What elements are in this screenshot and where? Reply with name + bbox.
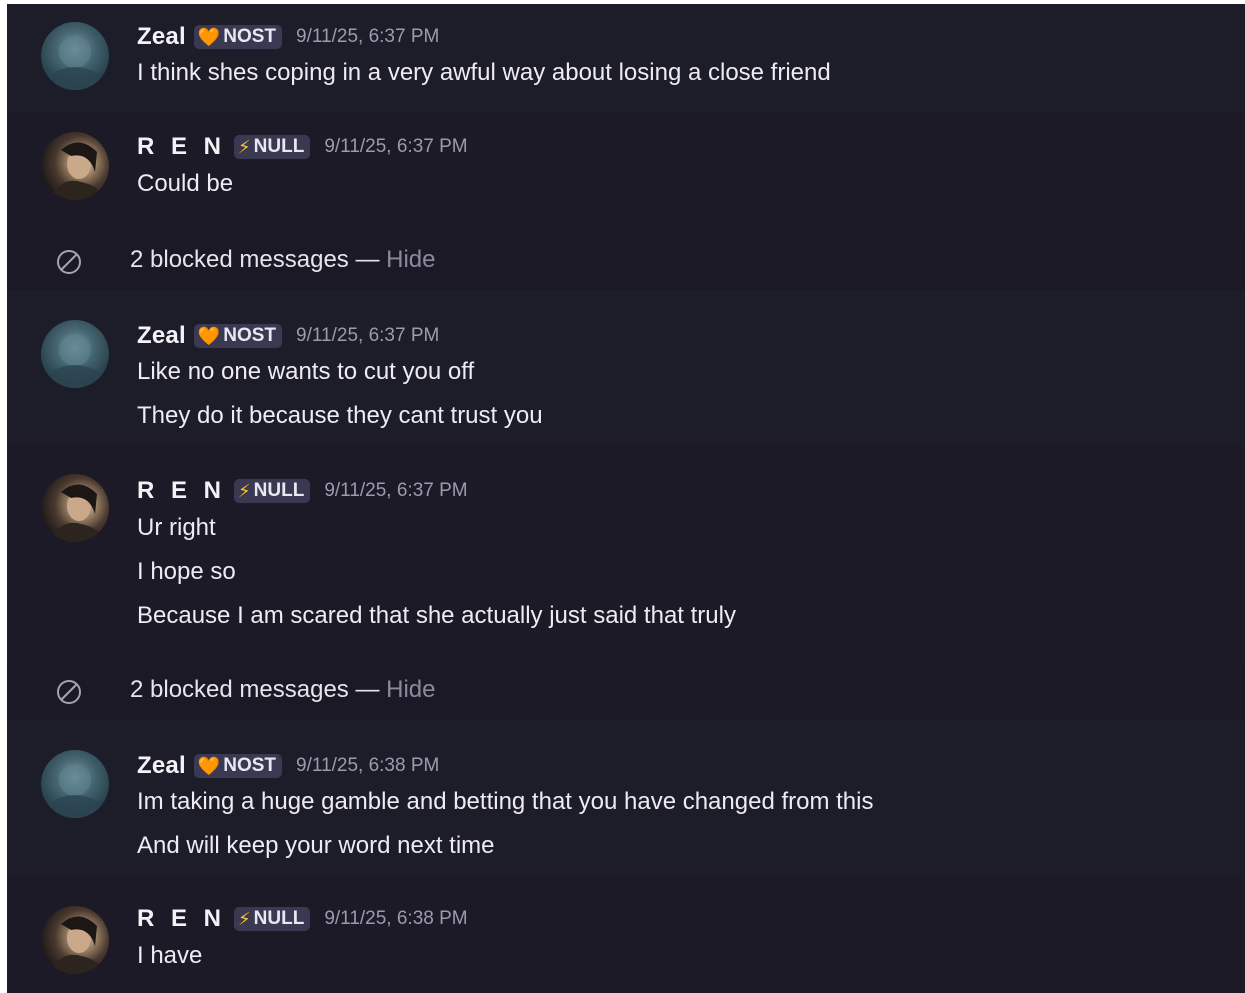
blocked-count-text: 2 blocked messages	[130, 676, 349, 703]
rose-icon: 🧡	[197, 326, 221, 346]
tag-label: NULL	[253, 908, 305, 929]
avatar[interactable]	[41, 750, 109, 818]
lightning-icon: ⚡	[238, 909, 251, 929]
tag-label: NOST	[223, 755, 277, 776]
username[interactable]: R E N	[137, 477, 226, 505]
message-text: I think shes coping in a very awful way …	[137, 59, 831, 86]
message-header: Zeal 🧡 NOST 9/11/25, 6:38 PM	[137, 751, 439, 781]
hide-link[interactable]: Hide	[386, 676, 435, 703]
message-text: I have	[137, 942, 203, 969]
user-tag[interactable]: 🧡 NOST	[193, 324, 283, 348]
message-header: Zeal 🧡 NOST 9/11/25, 6:37 PM	[137, 22, 439, 52]
avatar[interactable]	[41, 474, 109, 542]
user-tag[interactable]: 🧡 NOST	[193, 754, 283, 778]
message-header: R E N ⚡ NULL 9/11/25, 6:37 PM	[137, 476, 468, 506]
message-group: R E N ⚡ NULL 9/11/25, 6:38 PM I have	[7, 874, 1245, 993]
message-group: Zeal 🧡 NOST 9/11/25, 6:37 PM I think she…	[7, 4, 1245, 112]
blocked-messages-row: 2 blocked messages — Hide	[7, 664, 1245, 720]
message-group: R E N ⚡ NULL 9/11/25, 6:37 PM Ur right I…	[7, 442, 1245, 664]
blocked-icon	[57, 680, 81, 704]
blocked-messages-label: 2 blocked messages — Hide	[130, 246, 436, 274]
message-header: R E N ⚡ NULL 9/11/25, 6:38 PM	[137, 904, 468, 934]
username[interactable]: Zeal	[137, 23, 186, 51]
rose-icon: 🧡	[197, 756, 221, 776]
user-tag[interactable]: ⚡ NULL	[234, 479, 311, 503]
message-text: Because I am scared that she actually ju…	[137, 602, 736, 629]
message-text: Im taking a huge gamble and betting that…	[137, 788, 874, 815]
message-text: Like no one wants to cut you off	[137, 358, 475, 385]
timestamp: 9/11/25, 6:37 PM	[324, 480, 468, 501]
message-group: Zeal 🧡 NOST 9/11/25, 6:37 PM Like no one…	[7, 290, 1245, 442]
message-text: Ur right	[137, 514, 216, 541]
timestamp: 9/11/25, 6:38 PM	[296, 755, 440, 776]
message-text: They do it because they cant trust you	[137, 402, 543, 429]
username[interactable]: Zeal	[137, 322, 186, 350]
user-tag[interactable]: ⚡ NULL	[234, 135, 311, 159]
rose-icon: 🧡	[197, 27, 221, 47]
timestamp: 9/11/25, 6:37 PM	[324, 136, 468, 157]
blocked-messages-row: 2 blocked messages — Hide	[7, 234, 1245, 290]
message-header: Zeal 🧡 NOST 9/11/25, 6:37 PM	[137, 321, 439, 351]
message-group: Zeal 🧡 NOST 9/11/25, 6:38 PM Im taking a…	[7, 720, 1245, 874]
avatar[interactable]	[41, 132, 109, 200]
avatar[interactable]	[41, 320, 109, 388]
lightning-icon: ⚡	[238, 137, 251, 157]
user-tag[interactable]: 🧡 NOST	[193, 25, 283, 49]
tag-label: NOST	[223, 325, 277, 346]
tag-label: NULL	[253, 136, 305, 157]
avatar[interactable]	[41, 906, 109, 974]
timestamp: 9/11/25, 6:37 PM	[296, 26, 440, 47]
separator: —	[348, 676, 387, 703]
blocked-count-text: 2 blocked messages	[130, 246, 349, 273]
hide-link[interactable]: Hide	[386, 246, 435, 273]
user-tag[interactable]: ⚡ NULL	[234, 907, 311, 931]
tag-label: NULL	[253, 480, 305, 501]
timestamp: 9/11/25, 6:38 PM	[324, 908, 468, 929]
tag-label: NOST	[223, 26, 277, 47]
username[interactable]: Zeal	[137, 752, 186, 780]
username[interactable]: R E N	[137, 133, 226, 161]
timestamp: 9/11/25, 6:37 PM	[296, 325, 440, 346]
message-text: Could be	[137, 170, 234, 197]
message-text: I hope so	[137, 558, 236, 585]
blocked-messages-label: 2 blocked messages — Hide	[130, 676, 436, 704]
message-group: R E N ⚡ NULL 9/11/25, 6:37 PM Could be	[7, 112, 1245, 234]
message-header: R E N ⚡ NULL 9/11/25, 6:37 PM	[137, 132, 468, 162]
separator: —	[348, 246, 387, 273]
avatar[interactable]	[41, 22, 109, 90]
lightning-icon: ⚡	[238, 481, 251, 501]
chat-message-list: Zeal 🧡 NOST 9/11/25, 6:37 PM I think she…	[7, 4, 1245, 993]
blocked-icon	[57, 250, 81, 274]
message-text: And will keep your word next time	[137, 832, 495, 859]
username[interactable]: R E N	[137, 905, 226, 933]
